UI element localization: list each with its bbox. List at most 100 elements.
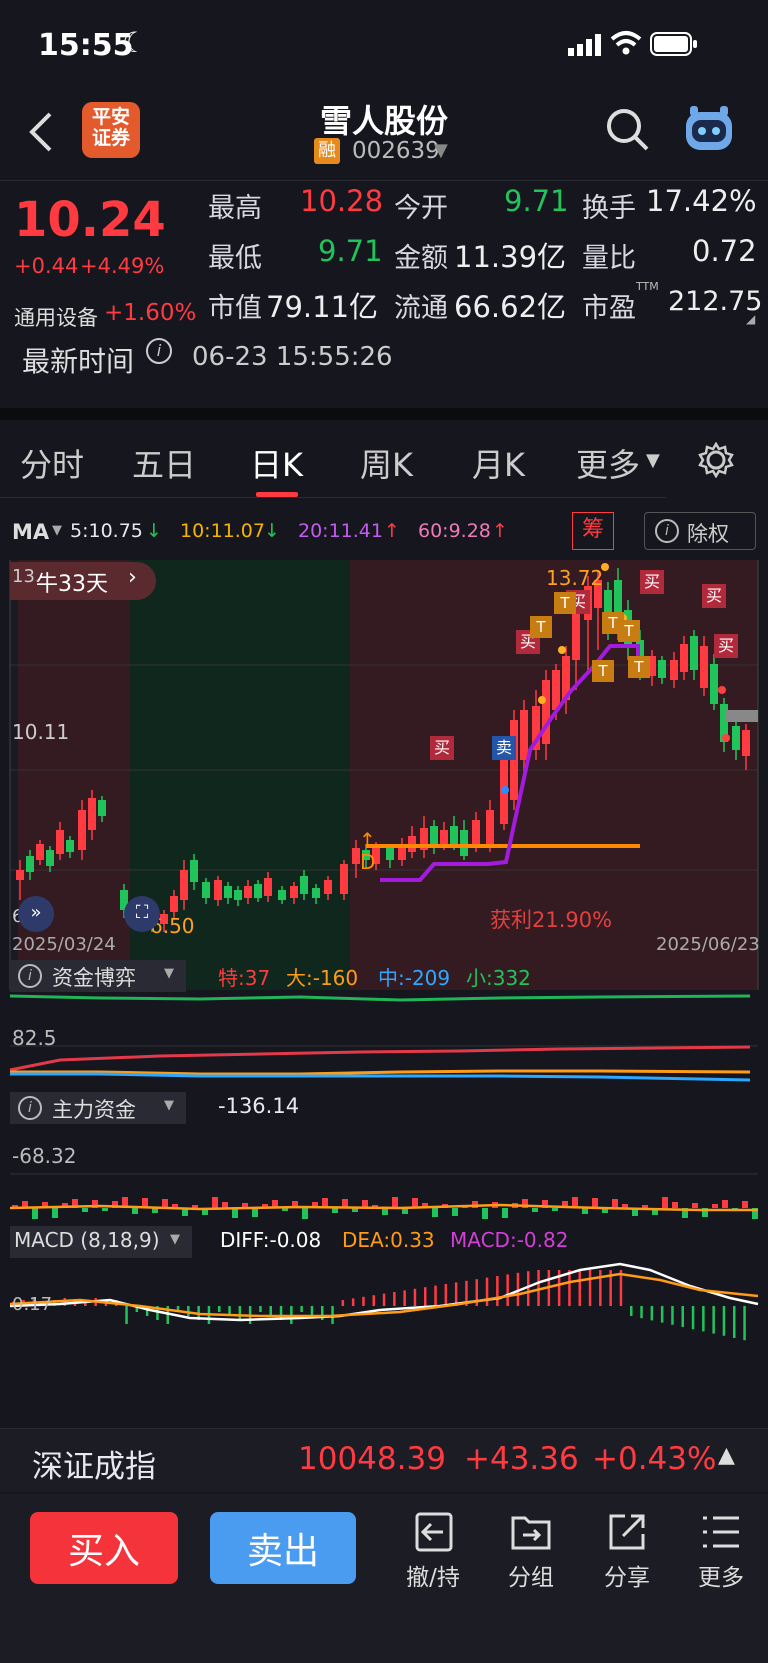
candle-body <box>26 856 34 872</box>
more-button[interactable]: 更多 <box>688 1510 754 1592</box>
expand-arrows-icon[interactable]: » <box>18 896 54 932</box>
macd-bar <box>650 1306 654 1321</box>
more-label: 更多 <box>698 1565 744 1591</box>
t-signal-badge[interactable]: T <box>592 660 614 682</box>
dropdown-caret-icon: ▼ <box>164 966 174 981</box>
t-signal-badge[interactable]: T <box>530 616 552 638</box>
macd-chart <box>9 1262 759 1341</box>
candle-body <box>710 664 718 704</box>
cancel-hold-button[interactable]: 撤/持 <box>400 1510 466 1592</box>
buy-signal-badge[interactable]: 买 <box>714 634 738 658</box>
expand-up-icon[interactable]: ▲ <box>718 1443 735 1468</box>
candle-body <box>486 810 494 844</box>
macd-bar <box>630 1306 633 1316</box>
candle-body <box>312 888 320 898</box>
macd-bar <box>434 1285 437 1306</box>
candle-body <box>78 810 86 850</box>
buy-signal-badge[interactable]: 买 <box>640 570 664 594</box>
buy-signal-badge[interactable]: 买 <box>702 584 726 608</box>
buy-signal-badge[interactable]: 买 <box>430 736 454 760</box>
main-fund-bar <box>712 1204 718 1208</box>
main-fund-bar <box>552 1208 558 1211</box>
caret-down-icon[interactable]: ▼ <box>434 140 448 161</box>
fund-game-axis-label: 82.5 <box>12 1026 57 1050</box>
ma20-value: 20:11.41 <box>298 520 383 542</box>
macd-diff-value: DIFF:-0.08 <box>220 1228 322 1252</box>
more-caret-icon[interactable]: ▼ <box>646 450 660 471</box>
macd-bar <box>681 1306 684 1327</box>
ma-label[interactable]: MA <box>12 520 49 544</box>
macd-bar <box>187 1306 190 1316</box>
chart-area: MA ▼ 5:10.75 ↓ 10:11.07 ↓ 20:11.41 ↑ 60:… <box>0 500 768 1430</box>
candle-body <box>472 820 480 846</box>
chip-distribution-button[interactable]: 筹 <box>572 512 614 550</box>
settings-gear-icon[interactable] <box>698 442 734 478</box>
action-bar: 买入 卖出 撤/持 分组 分享 更多 <box>0 1494 768 1663</box>
folder-icon <box>511 1516 551 1550</box>
fund-game-chart <box>9 994 758 1082</box>
ma5-down-arrow-icon: ↓ <box>146 520 162 542</box>
sell-button[interactable]: 卖出 <box>210 1512 356 1584</box>
pe-label: 市盈 <box>582 293 636 324</box>
stock-name[interactable]: 雪人股份 <box>200 96 568 142</box>
sector-pct[interactable]: +1.60% <box>104 300 196 326</box>
macd-bar <box>341 1300 345 1306</box>
chevron-right-icon: › <box>128 565 137 590</box>
candle-body <box>46 850 54 866</box>
tab-daily-k[interactable]: 日K <box>250 440 303 486</box>
profit-label: 获利21.90% <box>490 908 613 932</box>
candle-body <box>264 878 272 896</box>
expand-corner-icon[interactable]: ◢ <box>746 312 755 326</box>
index-name: 深证成指 <box>32 1449 156 1485</box>
macd-title: MACD (8,18,9) <box>14 1228 160 1252</box>
share-button[interactable]: 分享 <box>594 1510 660 1592</box>
info-icon[interactable]: i <box>146 338 172 364</box>
back-icon[interactable] <box>28 112 54 152</box>
amount-value: 11.39亿 <box>454 240 567 274</box>
main-fund-selector[interactable]: i 主力资金 ▼ <box>10 1092 186 1124</box>
ma10-down-arrow-icon: ↓ <box>264 520 280 542</box>
cancel-hold-icon <box>415 1512 453 1552</box>
main-fund-bar <box>132 1208 138 1214</box>
tab-five-day[interactable]: 五日 <box>132 440 196 486</box>
t-signal-badge[interactable]: T <box>554 592 576 614</box>
sector-name[interactable]: 通用设备 <box>14 302 98 332</box>
exright-label: 除权 <box>687 522 729 546</box>
tab-more[interactable]: 更多 <box>576 440 640 486</box>
macd-bar <box>640 1306 643 1319</box>
tab-monthly-k[interactable]: 月K <box>472 440 525 486</box>
kline-chart[interactable] <box>0 560 768 990</box>
macd-selector[interactable]: MACD (8,18,9) ▼ <box>10 1226 192 1258</box>
turnover-value: 17.42% <box>646 184 757 218</box>
broker-logo[interactable]: 平安 证券 <box>82 102 140 158</box>
mcap-label: 市值 <box>208 293 262 324</box>
macd-bar <box>125 1306 128 1324</box>
candle-body <box>700 646 708 688</box>
macd-bar <box>537 1270 540 1306</box>
ma5-value: 5:10.75 <box>70 520 143 542</box>
ma-caret-icon[interactable]: ▼ <box>52 523 62 538</box>
buy-button[interactable]: 买入 <box>30 1512 178 1584</box>
macd-bar <box>527 1271 530 1306</box>
main-fund-axis-label: -68.32 <box>12 1144 77 1168</box>
group-button[interactable]: 分组 <box>498 1510 564 1592</box>
tabs-divider <box>0 497 666 498</box>
candle-body <box>66 840 74 852</box>
exright-button[interactable]: i 除权 <box>644 512 756 550</box>
robot-assistant-icon[interactable] <box>680 102 738 158</box>
macd-bar <box>496 1276 499 1306</box>
tab-weekly-k[interactable]: 周K <box>360 440 413 486</box>
t-signal-badge[interactable]: T <box>618 620 640 642</box>
sell-signal-badge[interactable]: 卖 <box>492 736 516 760</box>
tab-intraday[interactable]: 分时 <box>20 440 84 486</box>
fullscreen-icon[interactable]: ⛶ <box>124 896 160 932</box>
index-bar[interactable]: 深证成指 10048.39 +43.36 +0.43% ▲ <box>0 1428 768 1492</box>
dropdown-caret-icon: ▼ <box>164 1098 174 1113</box>
candle-body <box>214 880 222 900</box>
float-value: 66.62亿 <box>454 290 567 324</box>
search-icon[interactable] <box>606 108 650 152</box>
stock-code[interactable]: 002639 <box>352 138 440 164</box>
t-signal-badge[interactable]: T <box>628 656 650 678</box>
index-value: 10048.39 <box>298 1441 446 1477</box>
macd-axis-label: 0.17 <box>12 1294 53 1315</box>
